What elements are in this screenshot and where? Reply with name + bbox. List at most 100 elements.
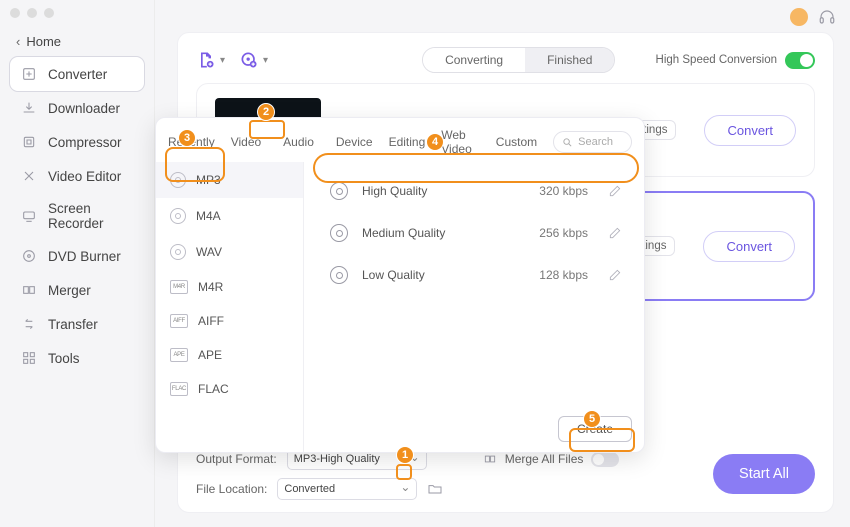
popup-tab-video[interactable]: Video (231, 135, 261, 149)
add-disc-button[interactable]: ▾ (239, 50, 268, 70)
sidebar-item-label: Compressor (48, 135, 122, 150)
format-list: MP3 M4A WAV M4RM4R AIFFAIFF APEAPE FLACF… (156, 162, 304, 452)
edit-icon[interactable] (608, 268, 622, 282)
add-file-button[interactable]: ▾ (196, 50, 225, 70)
editor-icon (20, 167, 38, 185)
quality-row-high[interactable]: High Quality 320 kbps (316, 170, 632, 212)
tools-icon (20, 349, 38, 367)
add-disc-icon (239, 50, 259, 70)
popup-tab-custom[interactable]: Custom (496, 135, 537, 149)
disc-icon (330, 266, 348, 284)
high-speed-toggle[interactable] (785, 52, 815, 69)
format-item-m4a[interactable]: M4A (156, 198, 303, 234)
transfer-icon (20, 315, 38, 333)
sidebar-item-dvd-burner[interactable]: DVD Burner (10, 239, 144, 273)
support-icon[interactable] (818, 8, 836, 26)
annotation-badge-4: 4 (426, 133, 444, 151)
nav-home-label: Home (26, 34, 61, 49)
quality-list: High Quality 320 kbps Medium Quality 256… (304, 162, 644, 452)
sidebar-item-downloader[interactable]: Downloader (10, 91, 144, 125)
popup-tab-web-video[interactable]: Web Video (441, 128, 480, 156)
merger-icon (20, 281, 38, 299)
annotation-badge-5: 5 (583, 410, 601, 428)
popup-tab-audio[interactable]: Audio (277, 133, 320, 151)
avatar[interactable] (790, 8, 808, 26)
sidebar-item-converter[interactable]: Converter (10, 57, 144, 91)
format-label: M4R (198, 280, 223, 294)
format-label: MP3 (196, 173, 221, 187)
format-label: APE (198, 348, 222, 362)
ape-icon: APE (170, 348, 188, 362)
traffic-light-dot (44, 8, 54, 18)
popup-tab-device[interactable]: Device (336, 135, 373, 149)
chevron-left-icon: ‹ (16, 34, 20, 49)
sidebar-item-merger[interactable]: Merger (10, 273, 144, 307)
popup-tab-editing[interactable]: Editing (389, 135, 426, 149)
sidebar-item-screen-recorder[interactable]: Screen Recorder (10, 193, 144, 239)
sidebar-item-transfer[interactable]: Transfer (10, 307, 144, 341)
sidebar-item-label: Screen Recorder (48, 201, 134, 231)
format-item-aiff[interactable]: AIFFAIFF (156, 304, 303, 338)
quality-kbps: 256 kbps (539, 226, 588, 240)
window-controls (0, 0, 155, 26)
quality-label: Low Quality (362, 268, 425, 282)
disc-icon (170, 172, 186, 188)
format-label: M4A (196, 209, 221, 223)
format-item-ape[interactable]: APE APE (156, 338, 303, 372)
file-location-select[interactable]: Converted (277, 478, 417, 500)
sidebar-item-video-editor[interactable]: Video Editor (10, 159, 144, 193)
annotation-badge-3: 3 (178, 129, 196, 147)
output-format-value: MP3-High Quality (294, 453, 380, 465)
merge-toggle[interactable] (591, 452, 619, 467)
convert-button[interactable]: Convert (704, 115, 796, 146)
tab-finished[interactable]: Finished (525, 48, 614, 72)
file-location-label: File Location: (196, 482, 267, 496)
output-format-label: Output Format: (196, 452, 277, 466)
format-item-flac[interactable]: FLAC FLAC (156, 372, 303, 406)
traffic-light-dot (27, 8, 37, 18)
popup-tabs: Recently Video Audio Device Editing Web … (156, 118, 644, 162)
disc-icon (330, 224, 348, 242)
sidebar-item-tools[interactable]: Tools (10, 341, 144, 375)
file-location-value: Converted (284, 483, 335, 495)
aiff-icon: AIFF (170, 314, 188, 328)
flac-icon: FLAC (170, 382, 188, 396)
sidebar-item-label: Merger (48, 283, 91, 298)
quality-row-low[interactable]: Low Quality 128 kbps (316, 254, 632, 296)
merge-label: Merge All Files (505, 452, 584, 466)
quality-kbps: 320 kbps (539, 184, 588, 198)
format-label: WAV (196, 245, 222, 259)
sidebar: ‹ Home Converter Downloader Compressor V… (0, 0, 155, 527)
sidebar-item-label: Tools (48, 351, 80, 366)
format-item-wav[interactable]: WAV (156, 234, 303, 270)
sidebar-item-label: Video Editor (48, 169, 121, 184)
sidebar-item-label: Downloader (48, 101, 120, 116)
edit-icon[interactable] (608, 226, 622, 240)
start-all-button[interactable]: Start All (713, 454, 815, 494)
disc-icon (170, 208, 186, 224)
tab-converting[interactable]: Converting (423, 48, 525, 72)
sidebar-item-compressor[interactable]: Compressor (10, 125, 144, 159)
format-item-m4r[interactable]: M4R M4R (156, 270, 303, 304)
search-icon (562, 137, 573, 148)
quality-row-medium[interactable]: Medium Quality 256 kbps (316, 212, 632, 254)
m4r-icon: M4R (170, 280, 188, 294)
caret-down-icon: ▾ (263, 55, 268, 66)
status-tabs: Converting Finished (422, 47, 615, 73)
high-speed-label: High Speed Conversion (656, 54, 777, 66)
merge-icon (483, 452, 497, 466)
format-label: FLAC (198, 382, 229, 396)
compressor-icon (20, 133, 38, 151)
sidebar-item-label: Converter (48, 67, 107, 82)
panel-toolbar: ▾ ▾ Converting Finished High Speed Conve… (178, 33, 833, 83)
format-popup: Recently Video Audio Device Editing Web … (155, 117, 645, 453)
nav-home[interactable]: ‹ Home (0, 26, 154, 53)
open-folder-icon[interactable] (427, 481, 443, 497)
format-item-mp3[interactable]: MP3 (156, 162, 303, 198)
popup-search[interactable]: Search (553, 131, 632, 153)
converter-icon (20, 65, 38, 83)
edit-icon[interactable] (608, 184, 622, 198)
add-file-icon (196, 50, 216, 70)
convert-button[interactable]: Convert (703, 231, 795, 262)
annotation-badge-1: 1 (396, 446, 414, 464)
